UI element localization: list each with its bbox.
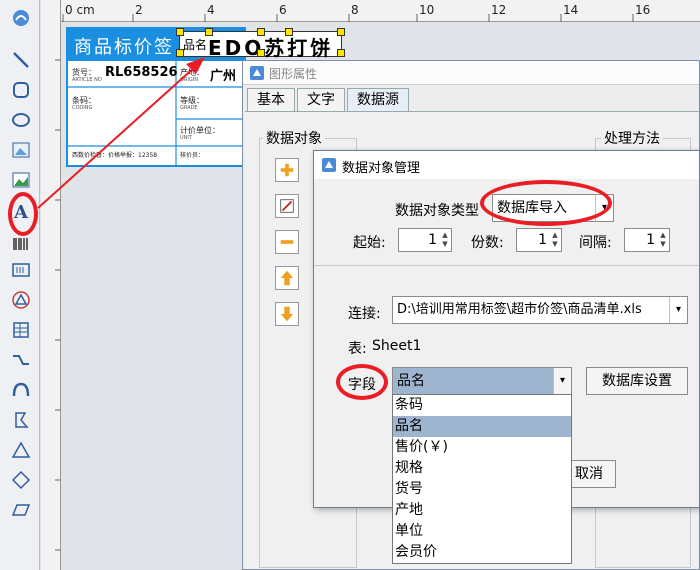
- field-dropdown-list[interactable]: 条码 品名 售价(￥) 规格 货号 产地 单位 会员价: [392, 394, 572, 564]
- tab-basic[interactable]: 基本: [247, 88, 295, 112]
- field-option-name[interactable]: 品名: [393, 416, 571, 437]
- properties-titlebar: 图形属性: [243, 61, 699, 85]
- object-type-label: 数据对象类型: [395, 203, 479, 219]
- field-option-price[interactable]: 售价(￥): [393, 437, 571, 458]
- arrow-down-icon: [280, 306, 294, 322]
- selected-product-name-text[interactable]: 品名 EDO苏打饼: [176, 28, 345, 60]
- field-option-unit[interactable]: 单位: [393, 521, 571, 542]
- table-tool-icon[interactable]: [9, 318, 33, 342]
- unit-sub: UNIT: [180, 135, 192, 141]
- polygon-tool-icon[interactable]: [9, 408, 33, 432]
- line-tool-icon[interactable]: [9, 48, 33, 72]
- diamond-tool-icon[interactable]: [9, 468, 33, 492]
- properties-title: 图形属性: [269, 67, 318, 81]
- move-down-button[interactable]: [275, 302, 299, 326]
- chevron-down-icon[interactable]: ▾: [669, 297, 687, 323]
- resize-handle[interactable]: [205, 28, 213, 36]
- field-value: 品名: [397, 373, 425, 389]
- resize-handle[interactable]: [257, 49, 265, 57]
- resize-handle[interactable]: [337, 49, 345, 57]
- label-title: 商品标价签: [74, 37, 174, 58]
- origin-value: 广州: [210, 69, 237, 84]
- spinner-arrows-icon[interactable]: ▲ ▼: [550, 231, 560, 249]
- field-select[interactable]: 品名 ▾: [392, 367, 572, 395]
- field-option-item-no[interactable]: 货号: [393, 479, 571, 500]
- field-option-barcode[interactable]: 条码: [393, 395, 571, 416]
- pointer-tool-icon[interactable]: [9, 6, 33, 30]
- database-settings-button[interactable]: 数据库设置: [586, 367, 688, 395]
- highlight-ring-text-tool: [8, 192, 38, 236]
- add-data-object-button[interactable]: [275, 158, 299, 182]
- data-object-group-title: 数据对象: [263, 128, 325, 148]
- start-label: 起始:: [353, 235, 386, 251]
- connect-label: 连接:: [348, 306, 381, 322]
- resize-handle[interactable]: [176, 28, 184, 36]
- item-no-value: RL658526: [105, 65, 178, 80]
- delete-data-object-button[interactable]: [275, 230, 299, 254]
- rounded-rect-tool-icon[interactable]: [9, 78, 33, 102]
- interval-label: 间隔:: [579, 235, 612, 251]
- field-option-spec[interactable]: 规格: [393, 458, 571, 479]
- serial-tool-icon[interactable]: [9, 258, 33, 282]
- table-value: Sheet1: [372, 338, 422, 354]
- image-tool-icon[interactable]: [9, 138, 33, 162]
- move-up-button[interactable]: [275, 266, 299, 290]
- product-name-prefix: 品名: [183, 38, 208, 52]
- count-label: 份数:: [471, 235, 504, 251]
- interval-value: 1: [646, 232, 655, 248]
- picture-tool-icon[interactable]: [9, 168, 33, 192]
- add-icon: [280, 163, 294, 177]
- table-label: 表:: [348, 341, 367, 357]
- minus-icon: [280, 240, 294, 244]
- ellipse-tool-icon[interactable]: [9, 108, 33, 132]
- origin-sub: ORIGIN: [180, 77, 198, 83]
- arc-tool-icon[interactable]: [9, 378, 33, 402]
- resize-handle[interactable]: [257, 28, 265, 36]
- start-value: 1: [428, 232, 437, 248]
- spinner-arrows-icon[interactable]: ▲ ▼: [440, 231, 450, 249]
- price-person-label: 核价员：: [180, 152, 205, 159]
- parallelogram-tool-icon[interactable]: [9, 498, 33, 522]
- highlight-ring-object-type: [480, 180, 612, 226]
- start-spinner[interactable]: 1 ▲ ▼: [398, 228, 452, 252]
- edit-icon: [280, 199, 294, 213]
- item-no-sub: ARTICLE NO: [72, 77, 102, 83]
- window-icon: [250, 66, 264, 80]
- process-group-title: 处理方法: [601, 128, 663, 148]
- triangle-tool-icon[interactable]: [9, 438, 33, 462]
- arrow-up-icon: [280, 270, 294, 286]
- drawing-toolbar: A: [0, 0, 40, 570]
- count-spinner[interactable]: 1 ▲ ▼: [516, 228, 562, 252]
- grade-sub: GRADE: [180, 105, 198, 111]
- dialog-icon: [322, 158, 336, 172]
- count-value: 1: [538, 232, 547, 248]
- product-name-value: EDO苏打饼: [208, 36, 334, 60]
- resize-handle[interactable]: [176, 49, 184, 57]
- resize-handle[interactable]: [285, 28, 293, 36]
- highlight-ring-field: [336, 364, 388, 400]
- spinner-arrows-icon[interactable]: ▲ ▼: [658, 231, 668, 249]
- dialog-title: 数据对象管理: [342, 161, 421, 176]
- tab-data-source[interactable]: 数据源: [347, 88, 409, 113]
- price-office-label: 西数价检督：价格举报：12358: [72, 152, 158, 159]
- barcode-sub: CODING: [72, 105, 93, 111]
- interval-spinner[interactable]: 1 ▲ ▼: [624, 228, 670, 252]
- tab-text[interactable]: 文字: [297, 88, 345, 112]
- chevron-down-icon[interactable]: ▾: [553, 368, 571, 394]
- field-option-origin[interactable]: 产地: [393, 500, 571, 521]
- resize-handle[interactable]: [337, 28, 345, 36]
- edit-data-object-button[interactable]: [275, 194, 299, 218]
- triangle-logo-tool-icon[interactable]: [9, 288, 33, 312]
- horizontal-ruler: 0 cm 2 4 6 8 10 12 14 16: [61, 0, 700, 22]
- field-option-member-price[interactable]: 会员价: [393, 542, 571, 563]
- connection-value: D:\培训用常用标签\超市价签\商品清单.xls: [397, 302, 642, 317]
- vertical-ruler: [41, 0, 61, 570]
- curve-tool-icon[interactable]: [9, 348, 33, 372]
- dialog-titlebar: 数据对象管理: [314, 151, 699, 179]
- connection-select[interactable]: D:\培训用常用标签\超市价签\商品清单.xls ▾: [392, 296, 688, 324]
- divider: [314, 265, 699, 266]
